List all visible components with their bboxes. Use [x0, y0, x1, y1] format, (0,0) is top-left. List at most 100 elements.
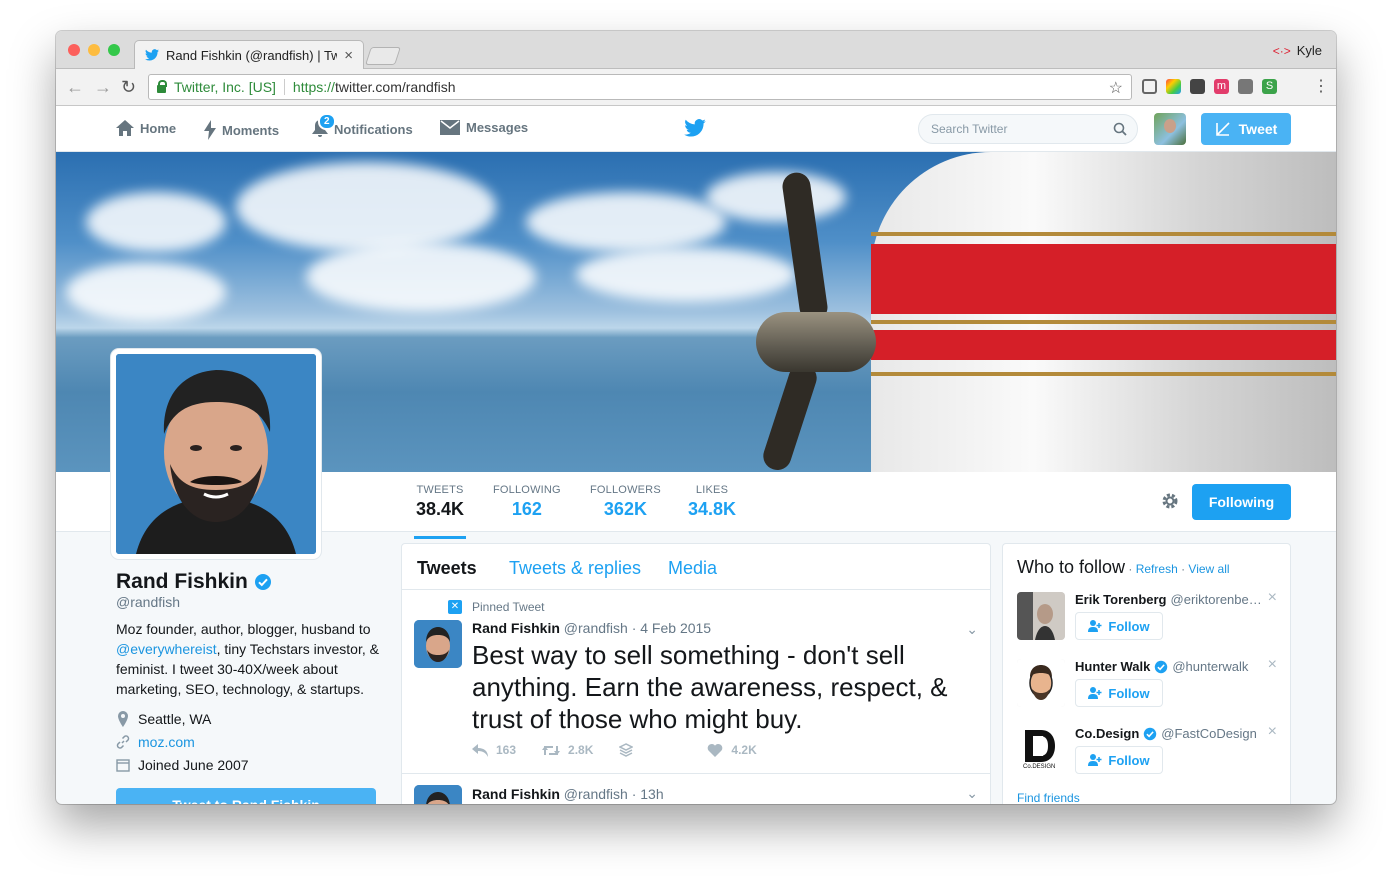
pin-icon: ✕: [448, 600, 462, 614]
menu-dots-icon[interactable]: ⋮: [1313, 77, 1329, 97]
browser-profile[interactable]: <·> Kyle: [1273, 43, 1322, 58]
search-input[interactable]: Search Twitter: [918, 114, 1138, 144]
find-friends-link[interactable]: Find friends: [1017, 791, 1080, 804]
tweet-author-name[interactable]: Rand Fishkin: [472, 620, 560, 636]
tweet-avatar[interactable]: [414, 620, 462, 668]
profile-handle[interactable]: @randfish: [116, 594, 180, 610]
following-button[interactable]: Following: [1192, 484, 1291, 520]
website-text[interactable]: moz.com: [138, 734, 195, 750]
nav-notifications[interactable]: 2 Notifications: [312, 113, 413, 138]
tab-tweets[interactable]: Tweets: [417, 558, 477, 579]
close-window-button[interactable]: [68, 44, 80, 56]
zoom-window-button[interactable]: [108, 44, 120, 56]
stat-tweets-value: 38.4K: [416, 499, 465, 519]
tweet-item[interactable]: ✕ Pinned Tweet Rand Fishkin @randfish · …: [402, 591, 990, 774]
address-bar[interactable]: Twitter, Inc. [US] https:// twitter.com/…: [148, 74, 1132, 100]
retweet-action[interactable]: 2.8K: [542, 743, 593, 757]
stat-following[interactable]: FOLLOWING 162: [493, 484, 561, 520]
compose-tweet-button[interactable]: Tweet: [1201, 113, 1291, 145]
suggestion-item: Erik Torenberg @eriktorenbe… Follow ×: [1017, 589, 1287, 652]
tweet-header: Rand Fishkin @randfish · 13h: [472, 786, 664, 802]
add-user-icon: [1088, 754, 1102, 766]
follow-button[interactable]: Follow: [1075, 679, 1163, 707]
tab-close-icon[interactable]: ×: [344, 47, 353, 64]
who-to-follow-title: Who to follow: [1017, 557, 1126, 577]
profile-joined: Joined June 2007: [116, 757, 249, 773]
suggestion-item: Hunter Walk @hunterwalk Follow ×: [1017, 656, 1287, 719]
profile-icon: <·>: [1272, 43, 1291, 58]
profile-name: Kyle: [1296, 43, 1322, 58]
verified-badge-icon: [1155, 660, 1168, 673]
user-avatar[interactable]: [1154, 113, 1186, 145]
extension-grey-icon[interactable]: [1238, 79, 1253, 94]
timeline-tabs: Tweets Tweets & replies Media: [402, 544, 990, 590]
reply-icon: [472, 743, 488, 757]
home-icon: [116, 120, 134, 136]
search-icon[interactable]: [1113, 122, 1127, 136]
profile-website[interactable]: moz.com: [116, 734, 195, 750]
suggestion-handle: @hunterwalk: [1172, 659, 1249, 674]
stat-likes[interactable]: LIKES 34.8K: [688, 484, 736, 520]
chevron-down-icon[interactable]: ⌄: [966, 621, 978, 638]
back-icon[interactable]: ←: [66, 77, 84, 97]
url-scheme: https://: [292, 79, 335, 95]
cast-icon[interactable]: [1142, 79, 1157, 94]
bookmark-star-icon[interactable]: ☆: [1109, 78, 1123, 98]
tweet-header: Rand Fishkin @randfish · 4 Feb 2015: [472, 620, 711, 636]
forward-icon[interactable]: →: [94, 77, 112, 97]
tweet-author-name[interactable]: Rand Fishkin: [472, 786, 560, 802]
tweet-to-button[interactable]: Tweet to Rand Fishkin: [116, 788, 376, 804]
tab-strip: Rand Fishkin (@randfish) | Twitter × <·>…: [56, 31, 1336, 69]
nav-messages[interactable]: Messages: [440, 120, 528, 135]
suggestion-avatar[interactable]: [1017, 659, 1065, 707]
extension-s-icon[interactable]: S: [1262, 79, 1277, 94]
tab-title: Rand Fishkin (@randfish) | Twitter: [166, 47, 337, 63]
stat-tweets[interactable]: TWEETS 38.4K: [413, 484, 467, 539]
view-all-link[interactable]: View all: [1188, 562, 1229, 576]
gear-icon[interactable]: [1160, 491, 1180, 511]
tab-tweets-replies[interactable]: Tweets & replies: [509, 558, 641, 579]
retweet-icon: [542, 745, 561, 755]
chevron-down-icon[interactable]: ⌄: [966, 785, 978, 802]
like-action[interactable]: 4.2K: [707, 743, 757, 757]
reply-action[interactable]: 163: [472, 743, 516, 757]
refresh-link[interactable]: Refresh: [1136, 562, 1178, 576]
profile-avatar[interactable]: [111, 349, 321, 559]
profile-location: Seattle, WA: [116, 711, 211, 727]
dismiss-icon[interactable]: ×: [1268, 656, 1277, 674]
profile-name: Rand Fishkin: [116, 570, 272, 594]
stat-followers[interactable]: FOLLOWERS 362K: [590, 484, 661, 520]
suggestion-name[interactable]: Hunter Walk @hunterwalk: [1075, 659, 1265, 674]
browser-tab[interactable]: Rand Fishkin (@randfish) | Twitter ×: [134, 40, 364, 69]
dismiss-icon[interactable]: ×: [1268, 589, 1277, 607]
bio-mention-link[interactable]: @everywhereist: [116, 641, 217, 657]
extension-color-icon[interactable]: [1166, 79, 1181, 94]
suggestion-avatar[interactable]: [1017, 592, 1065, 640]
follow-button[interactable]: Follow: [1075, 612, 1163, 640]
new-tab-button[interactable]: [365, 47, 401, 65]
minimize-window-button[interactable]: [88, 44, 100, 56]
twitter-bird-icon[interactable]: [684, 119, 706, 137]
tweet-text: Best way to sell something - don't sell …: [472, 640, 948, 734]
reload-icon[interactable]: ↻: [121, 77, 136, 97]
nav-home[interactable]: Home: [116, 120, 176, 136]
tweet-item[interactable]: Rand Fishkin @randfish · 13h ⌄: [402, 775, 990, 804]
tab-media[interactable]: Media: [668, 558, 717, 579]
suggestion-name[interactable]: Erik Torenberg @eriktorenbe…: [1075, 592, 1265, 607]
suggestion-avatar[interactable]: Co.DESIGN: [1017, 726, 1065, 774]
follow-button[interactable]: Follow: [1075, 746, 1163, 774]
lightning-icon: [204, 120, 216, 140]
envelope-icon: [440, 120, 460, 135]
suggestion-handle: @eriktorenbe…: [1170, 592, 1262, 607]
tweet-meta[interactable]: @randfish · 13h: [564, 786, 664, 802]
nav-moments[interactable]: Moments: [204, 120, 279, 140]
tweet-avatar[interactable]: [414, 785, 462, 804]
dismiss-icon[interactable]: ×: [1268, 723, 1277, 741]
pocket-icon[interactable]: [1190, 79, 1205, 94]
extension-m-icon[interactable]: m: [1214, 79, 1229, 94]
tweet-meta[interactable]: @randfish · 4 Feb 2015: [564, 620, 711, 636]
browser-toolbar: ← → ↻ Twitter, Inc. [US] https:// twitte…: [56, 69, 1336, 106]
suggestion-name[interactable]: Co.Design @FastCoDesign: [1075, 726, 1265, 741]
moment-action[interactable]: [619, 743, 634, 757]
reply-count: 163: [496, 743, 517, 757]
